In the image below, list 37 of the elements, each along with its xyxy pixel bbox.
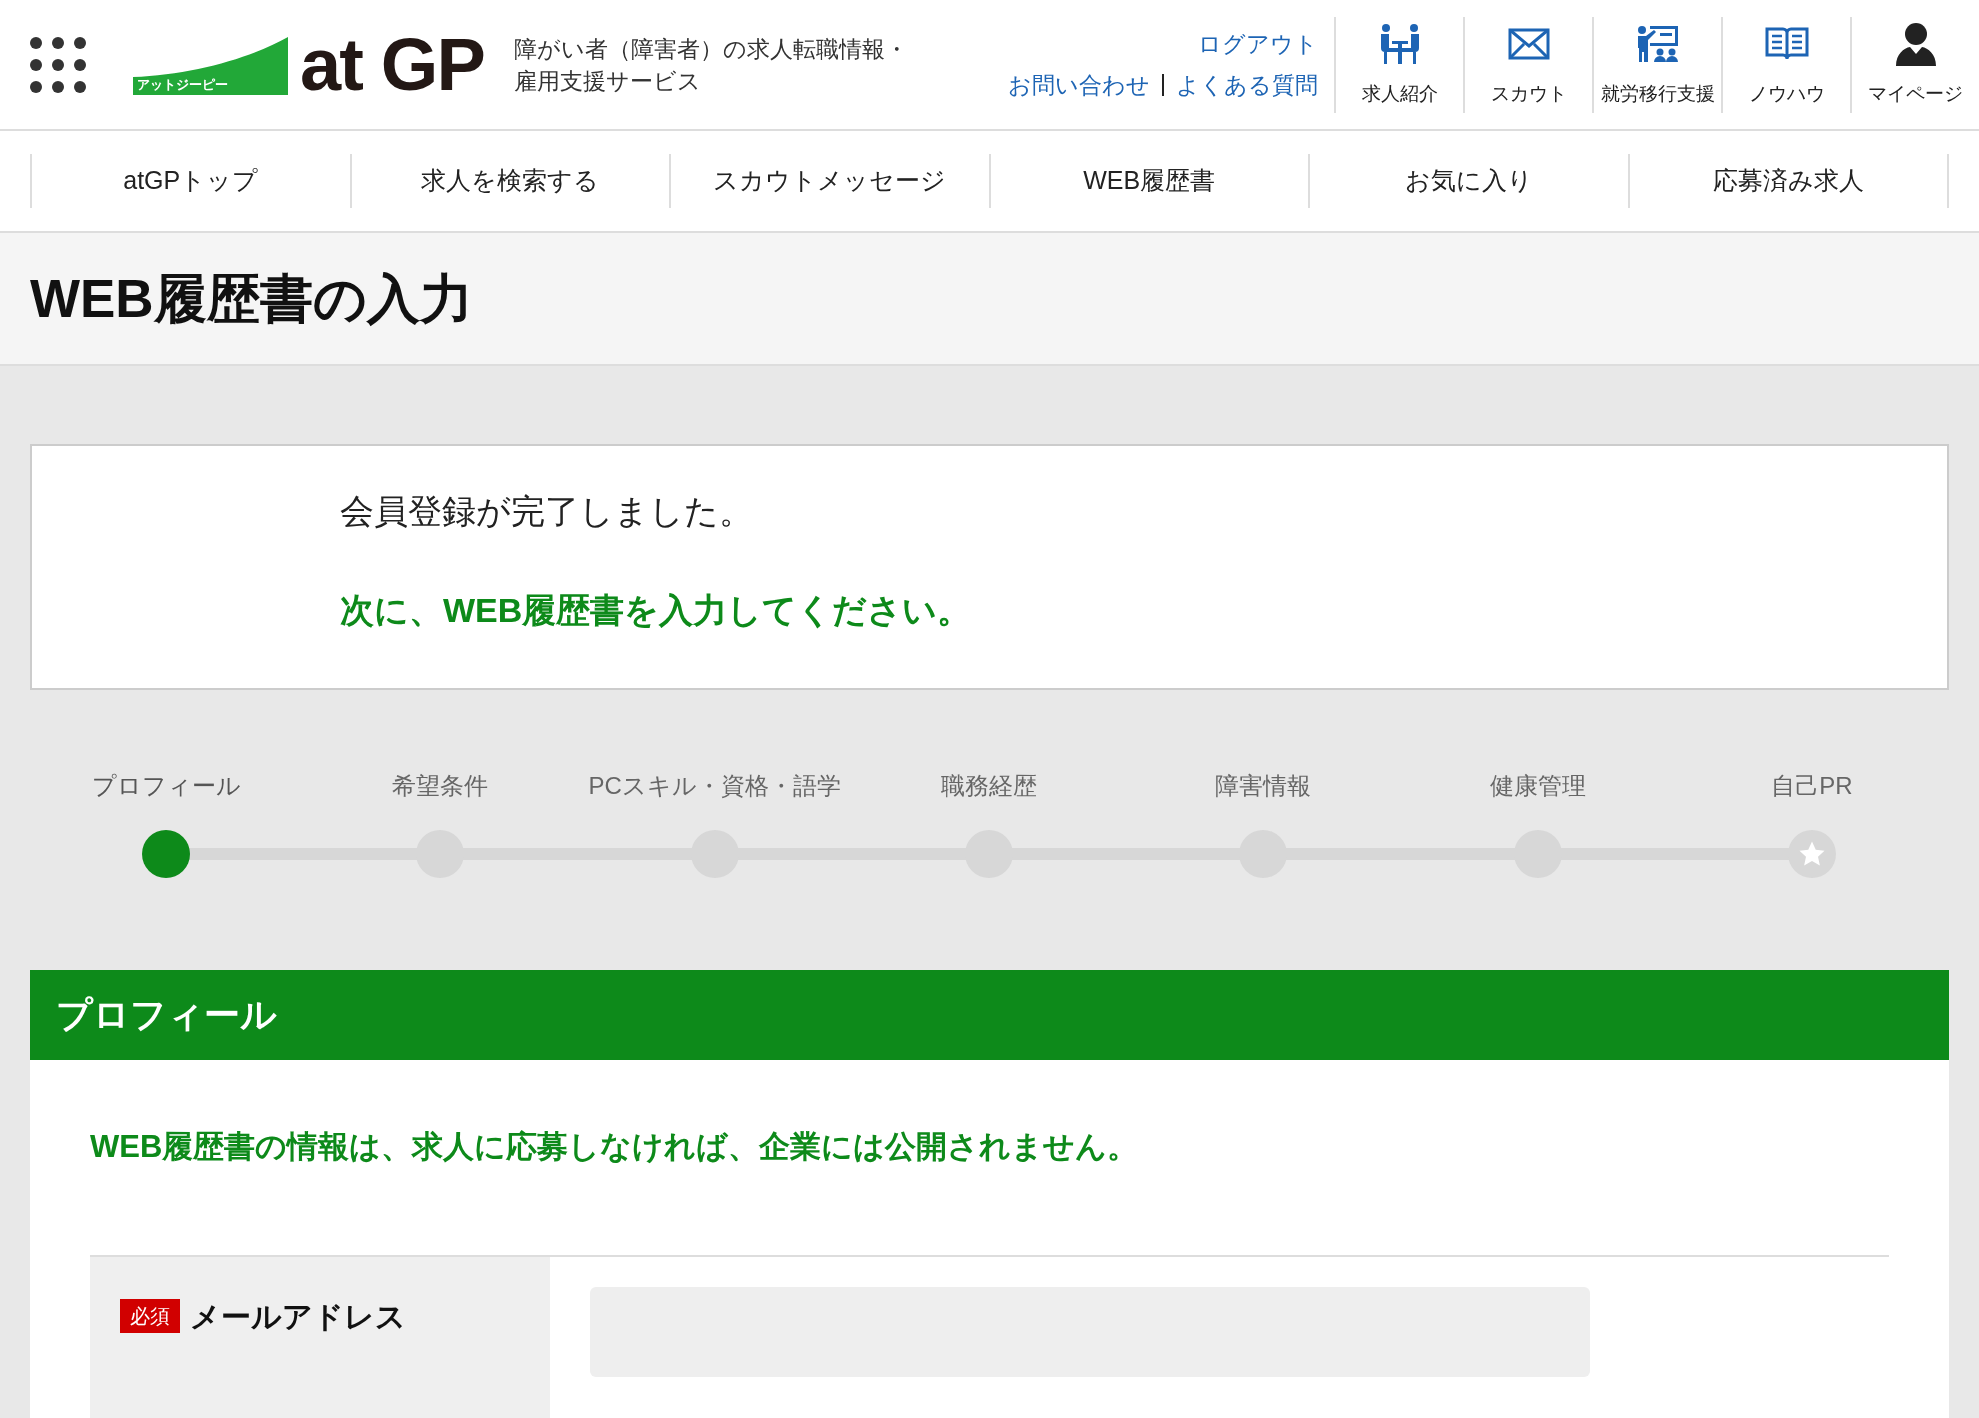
step-label: 希望条件: [392, 771, 489, 801]
icon-nav-item[interactable]: マイページ: [1850, 16, 1979, 113]
step-label: 職務経歴: [941, 771, 1037, 801]
step-label: 障害情報: [1215, 771, 1312, 801]
logo-wordmark[interactable]: at GP: [300, 34, 485, 95]
user-icon: [1893, 21, 1938, 66]
privacy-note: WEB履歴書の情報は、求人に応募しなければ、企業には公開されません。: [90, 1128, 1139, 1166]
notice-message: 会員登録が完了しました。: [340, 491, 754, 532]
nav-tab[interactable]: 応募済み求人: [1627, 154, 1949, 208]
step-label: 自己PR: [1771, 771, 1853, 801]
logo-tagline: アットジーピー: [137, 76, 228, 93]
grid-menu-icon[interactable]: [30, 36, 86, 93]
icon-nav-item[interactable]: スカウト: [1463, 16, 1592, 113]
step-label: プロフィール: [91, 771, 241, 801]
nav-tab[interactable]: 求人を検索する: [349, 154, 669, 208]
next-step-message: 次に、WEB履歴書を入力してください。: [340, 590, 972, 631]
nav-tab[interactable]: スカウトメッセージ: [669, 154, 989, 208]
logout-link[interactable]: ログアウト: [1198, 27, 1318, 62]
step-label: PCスキル・資格・語学: [588, 771, 841, 801]
presentation-icon: [1635, 23, 1680, 64]
nav-tab[interactable]: お気に入り: [1308, 154, 1628, 208]
nav-tab[interactable]: atGPトップ: [30, 154, 350, 208]
mail-icon: [1507, 27, 1550, 60]
icon-nav-item[interactable]: 求人紹介: [1334, 16, 1463, 113]
site-description-line: 雇用支援サービス: [514, 66, 703, 96]
step-label: 健康管理: [1489, 771, 1586, 801]
section-title: プロフィール: [56, 993, 277, 1037]
field-label: メールアドレス: [190, 1298, 406, 1335]
icon-nav-item[interactable]: ノウハウ: [1721, 16, 1850, 113]
contact-link[interactable]: お問い合わせ: [1008, 67, 1150, 102]
faq-link[interactable]: よくある質問: [1176, 67, 1318, 102]
icon-nav-item[interactable]: 就労移行支援: [1592, 16, 1721, 113]
page-title: WEB履歴書の入力: [30, 267, 473, 330]
site-description-line: 障がい者（障害者）の求人転職情報・: [514, 34, 910, 64]
required-badge: 必須: [120, 1298, 180, 1333]
nav-tab[interactable]: WEB履歴書: [988, 154, 1308, 208]
book-icon: [1764, 25, 1809, 62]
